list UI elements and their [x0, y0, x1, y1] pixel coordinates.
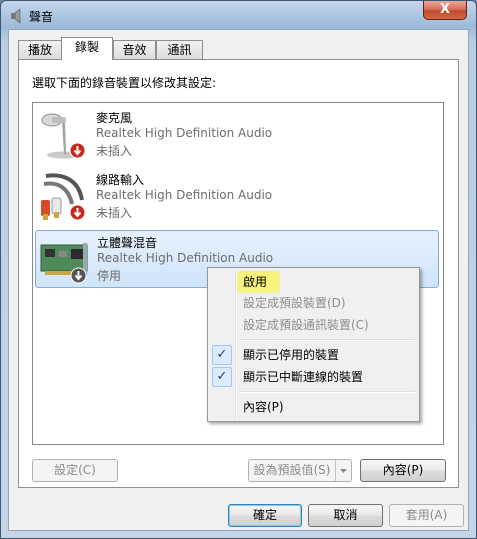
cancel-button[interactable]: 取消	[308, 504, 383, 527]
device-description: Realtek High Definition Audio	[96, 126, 273, 140]
device-item-microphone[interactable]: 麥克風 Realtek High Definition Audio 未插入	[35, 106, 439, 164]
context-menu: 啟用 設定成預設裝置(D) 設定成預設通訊裝置(C) ✓ 顯示已停用的裝置 ✓ …	[207, 267, 420, 422]
button-label: 確定	[252, 508, 277, 522]
button-label: 套用(A)	[405, 508, 448, 522]
disconnected-badge-icon	[69, 204, 86, 221]
properties-button[interactable]: 內容(P)	[360, 459, 446, 482]
menu-item-label: 啟用	[243, 275, 268, 289]
device-status: 未插入	[96, 144, 133, 158]
menu-item-set-default-comm-device[interactable]: 設定成預設通訊裝置(C)	[210, 314, 417, 336]
tab-communications[interactable]: 通訊	[156, 40, 203, 59]
window-title: 聲音	[29, 10, 54, 24]
device-description: Realtek High Definition Audio	[96, 188, 273, 202]
button-label: 取消	[333, 508, 358, 522]
checkmark-icon: ✓	[212, 367, 232, 387]
checkmark-icon: ✓	[212, 345, 232, 365]
device-description: Realtek High Definition Audio	[97, 251, 274, 265]
device-status: 未插入	[96, 206, 133, 220]
device-name: 立體聲混音	[97, 236, 158, 250]
ok-button[interactable]: 確定	[228, 504, 302, 527]
menu-item-set-default-device[interactable]: 設定成預設裝置(D)	[210, 292, 417, 314]
disconnected-badge-icon	[69, 142, 86, 159]
button-label: 內容(P)	[382, 463, 424, 477]
device-name: 線路輸入	[96, 173, 145, 187]
tab-label: 播放	[27, 43, 52, 57]
menu-item-show-disconnected-devices[interactable]: ✓ 顯示已中斷連線的裝置	[210, 366, 417, 388]
menu-item-label: 顯示已中斷連線的裝置	[243, 370, 364, 384]
tab-label: 通訊	[167, 43, 192, 57]
menu-item-label: 設定成預設通訊裝置(C)	[243, 318, 369, 332]
device-status: 停用	[97, 269, 122, 283]
instruction-text: 選取下面的錄音裝置以修改其設定:	[32, 76, 217, 90]
menu-item-show-disabled-devices[interactable]: ✓ 顯示已停用的裝置	[210, 344, 417, 366]
close-button[interactable]: X	[423, 1, 467, 20]
menu-item-properties[interactable]: 內容(P)	[210, 396, 417, 418]
tab-sounds[interactable]: 音效	[113, 40, 156, 59]
button-label: 設定(C)	[54, 463, 96, 477]
tab-label: 音效	[122, 43, 147, 57]
tab-recording[interactable]: 錄製	[61, 37, 113, 60]
configure-button[interactable]: 設定(C)	[32, 459, 118, 482]
menu-item-label: 顯示已停用的裝置	[243, 348, 340, 362]
device-item-line-in[interactable]: 線路輸入 Realtek High Definition Audio 未插入	[35, 168, 439, 226]
disabled-badge-icon	[70, 267, 87, 284]
close-icon: X	[439, 2, 451, 17]
tab-playback[interactable]: 播放	[18, 40, 62, 59]
title-bar[interactable]: 聲音 X	[1, 1, 476, 29]
apply-button[interactable]: 套用(A)	[389, 504, 464, 527]
menu-separator	[239, 339, 415, 341]
menu-item-label: 內容(P)	[243, 400, 284, 414]
set-default-button[interactable]: 設為預設值(S)	[248, 459, 352, 482]
menu-item-label: 設定成預設裝置(D)	[243, 296, 346, 310]
chevron-down-icon[interactable]	[335, 460, 351, 481]
device-name: 麥克風	[96, 111, 133, 125]
menu-item-enable[interactable]: 啟用	[210, 271, 417, 293]
speaker-app-icon	[11, 8, 21, 24]
button-label: 設為預設值(S)	[253, 463, 331, 477]
tab-label: 錄製	[74, 40, 99, 54]
menu-separator	[239, 391, 415, 393]
